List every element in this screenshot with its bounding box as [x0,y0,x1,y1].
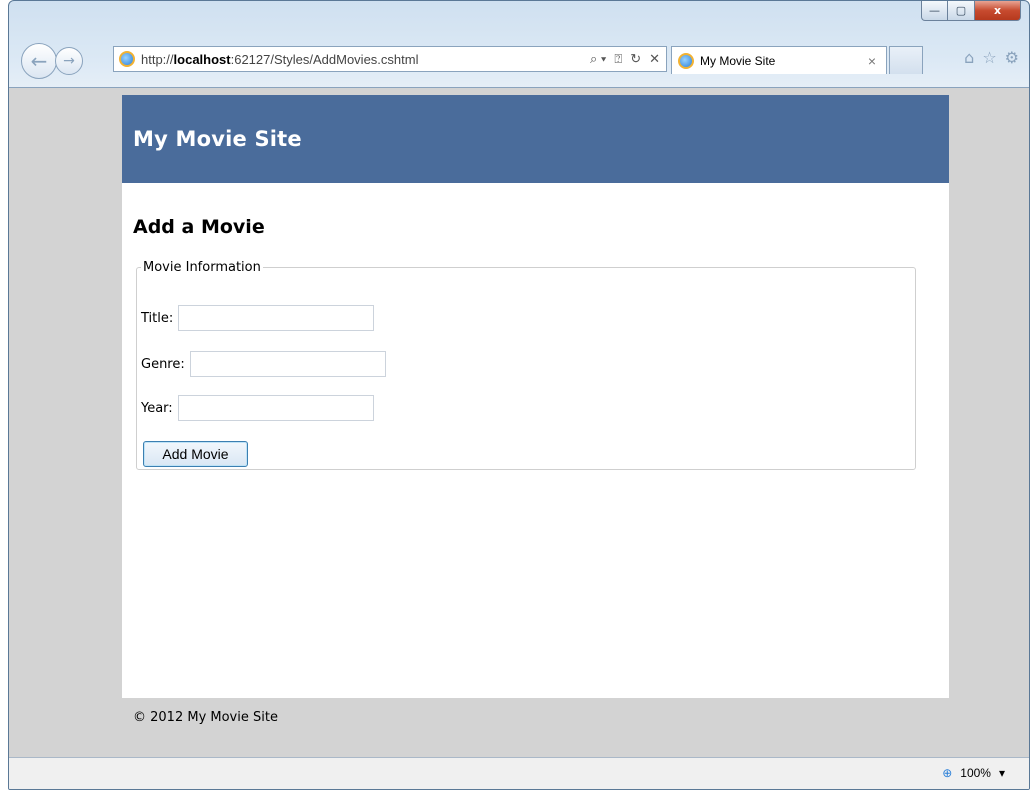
close-window-button[interactable]: x [975,1,1021,21]
tab-title: My Movie Site [700,53,776,68]
back-arrow-icon: ← [30,49,48,73]
title-label: Title: [141,310,174,326]
zoom-control[interactable]: ⊕ 100% ▾ [942,766,1005,780]
site-title: My Movie Site [133,127,302,151]
navigation-bar: ← → http://localhost:62127/Styles/AddMov… [9,39,1029,87]
url-host: localhost [173,51,231,67]
forward-button[interactable]: → [55,47,83,75]
maximize-button[interactable]: ▢ [948,1,975,21]
page-heading: Add a Movie [133,216,265,238]
year-field-row: Year: [141,395,374,421]
title-input[interactable] [178,305,375,331]
zoom-dropdown-icon[interactable]: ▾ [999,766,1005,780]
compatibility-view-icon[interactable]: ⍰ [614,51,622,67]
address-url[interactable]: http://localhost:62127/Styles/AddMovies.… [141,52,590,67]
tab-favicon-icon [678,52,694,69]
status-bar: ⊕ 100% ▾ [9,757,1029,789]
add-movie-button[interactable]: Add Movie [143,441,248,467]
tab-close-icon[interactable]: × [858,53,886,69]
url-path: :62127/Styles/AddMovies.cshtml [230,51,419,67]
address-bar[interactable]: http://localhost:62127/Styles/AddMovies.… [113,46,667,72]
ie-favicon-icon [119,51,135,67]
genre-label: Genre: [141,356,185,372]
genre-field-row: Genre: [141,351,386,377]
year-input[interactable] [177,395,374,421]
search-dropdown-icon[interactable]: ⌕ ▾ [590,51,606,67]
tools-gear-icon[interactable]: ⚙ [1005,48,1019,67]
favorites-star-icon[interactable]: ☆ [982,48,996,67]
site-header: My Movie Site [122,95,949,183]
movie-information-fieldset: Movie Information Title: Genre: Year: Ad… [136,260,916,470]
browser-window: — ▢ x ← → http://localhost:62127/Styles/… [8,0,1030,790]
address-tools: ⌕ ▾ ⍰ ↻ ✕ [590,51,666,67]
page-viewport: My Movie Site Add a Movie Movie Informat… [9,87,1029,758]
page-container: My Movie Site Add a Movie Movie Informat… [122,95,949,698]
window-caption-buttons: — ▢ x [921,1,1021,21]
zoom-level: 100% [960,766,991,780]
home-icon[interactable]: ⌂ [964,48,974,67]
tab-my-movie-site[interactable]: My Movie Site × [671,46,887,74]
forward-arrow-icon: → [63,53,75,69]
stop-icon[interactable]: ✕ [649,51,660,67]
back-button[interactable]: ← [21,43,57,79]
minimize-button[interactable]: — [921,1,948,21]
title-field-row: Title: [141,305,375,331]
site-footer: © 2012 My Movie Site [133,710,278,725]
refresh-icon[interactable]: ↻ [630,51,641,67]
genre-input[interactable] [189,351,386,377]
main-content: Add a Movie Movie Information Title: Gen… [122,216,949,470]
year-label: Year: [141,400,173,416]
zoom-icon: ⊕ [942,766,953,780]
new-tab-button[interactable] [889,46,923,74]
browser-command-icons: ⌂ ☆ ⚙ [964,48,1019,67]
fieldset-legend: Movie Information [143,260,261,275]
url-prefix: http:// [141,51,174,67]
